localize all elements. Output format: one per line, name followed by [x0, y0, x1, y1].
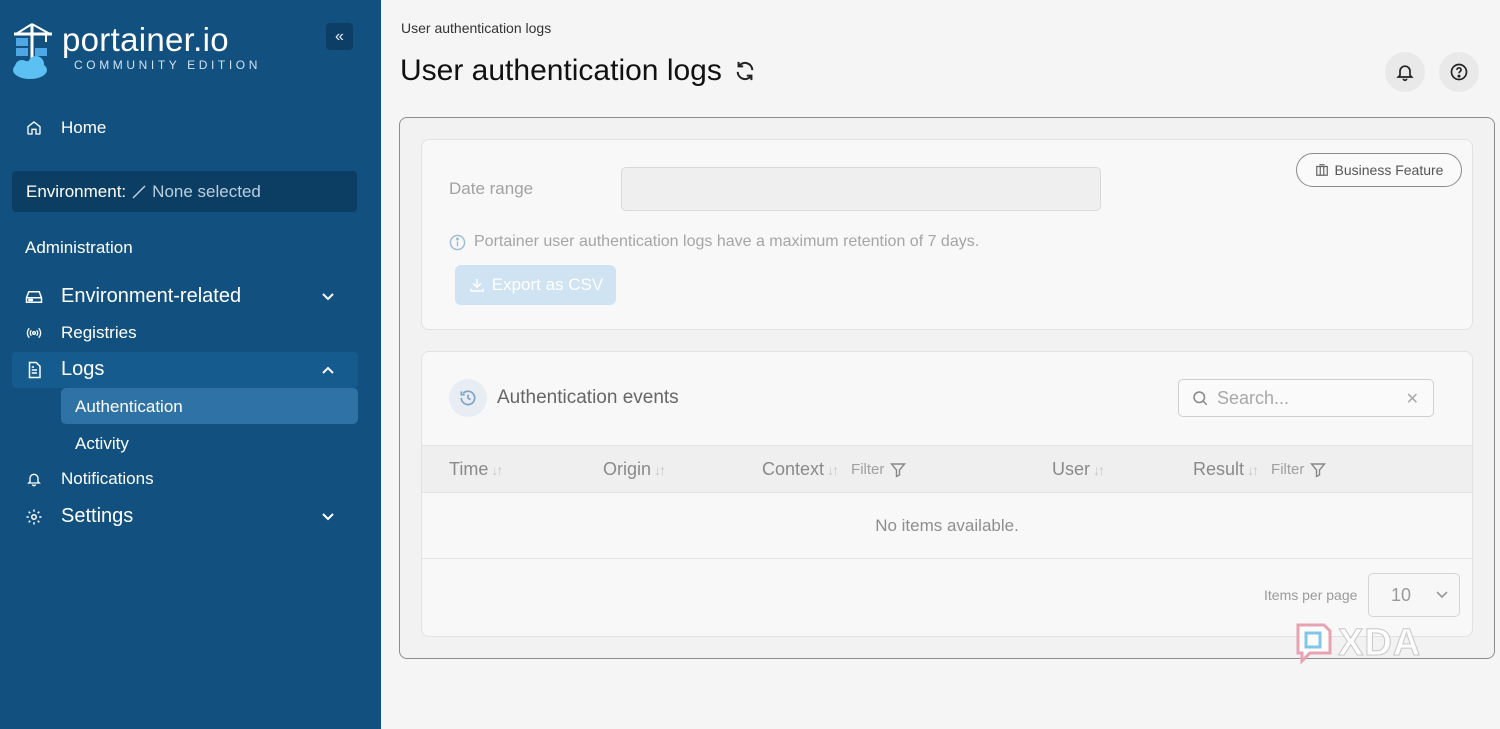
home-icon: [25, 119, 43, 137]
sort-icon: ↓↑: [827, 461, 839, 478]
download-icon: [470, 279, 484, 292]
filter-label: Filter: [1271, 461, 1305, 478]
column-label: User: [1052, 459, 1091, 479]
environment-selector[interactable]: Environment: None selected: [12, 171, 357, 212]
export-csv-label: Export as CSV: [491, 275, 604, 294]
chevron-up-icon: [322, 366, 334, 374]
search-box: ✕: [1178, 379, 1434, 417]
bell-icon: [1396, 65, 1414, 82]
events-card: Authentication events ✕ Time↓↑ Origin↓↑ …: [421, 351, 1473, 637]
portainer-logo[interactable]: portainer.io COMMUNITY EDITION: [10, 20, 261, 82]
result-filter-button[interactable]: Filter: [1271, 461, 1327, 478]
column-label: Context: [762, 459, 825, 479]
xda-watermark: XDA: [1294, 621, 1421, 665]
sort-icon: ↓↑: [1093, 461, 1105, 478]
breadcrumb: User authentication logs: [401, 20, 552, 36]
watermark-text: XDA: [1337, 621, 1422, 664]
filter-label: Filter: [851, 461, 885, 478]
sidebar-item-label: Registries: [61, 323, 137, 342]
column-origin[interactable]: Origin ↓↑: [603, 459, 666, 480]
history-icon: [449, 379, 487, 417]
environment-value: None selected: [152, 181, 261, 201]
sidebar-item-settings[interactable]: Settings: [25, 505, 355, 528]
table-header: Time ↓↑ Origin ↓↑ Context ↓↑ Filter User ↓↑ …: [422, 445, 1472, 493]
bell-icon: [25, 470, 43, 488]
clear-search-icon[interactable]: ✕: [1406, 389, 1419, 409]
sidebar-item-home[interactable]: Home: [25, 118, 106, 138]
gear-icon: [25, 508, 43, 526]
column-result[interactable]: Result ↓↑ Filter: [1193, 459, 1327, 480]
sidebar-item-label: Home: [61, 118, 107, 137]
file-text-icon: [25, 361, 43, 379]
portainer-logo-icon: [13, 23, 52, 79]
collapse-sidebar-button[interactable]: «: [326, 23, 353, 50]
column-user[interactable]: User ↓↑: [1052, 459, 1105, 480]
filter-icon: [890, 462, 907, 478]
empty-table-message: No items available.: [422, 493, 1472, 559]
sort-icon: ↓↑: [654, 461, 666, 478]
sidebar-item-label: Notifications: [61, 469, 154, 488]
items-per-page-select[interactable]: 10: [1368, 573, 1460, 617]
sidebar-item-activity[interactable]: Activity: [75, 434, 129, 454]
sort-icon: ↓↑: [1247, 461, 1259, 478]
search-input[interactable]: [1217, 387, 1397, 409]
search-icon: [1193, 391, 1208, 406]
date-range-input[interactable]: [621, 167, 1101, 211]
sidebar-item-notifications[interactable]: Notifications: [25, 469, 154, 489]
administration-heading: Administration: [25, 238, 133, 257]
sidebar-item-registries[interactable]: Registries: [25, 323, 137, 343]
business-feature-panel: Business Feature Date range Portainer us…: [399, 117, 1495, 659]
logo-edition: COMMUNITY EDITION: [74, 58, 261, 72]
logo-name: portainer.io: [62, 21, 229, 58]
server-icon: [25, 288, 43, 306]
column-label: Result: [1193, 459, 1245, 479]
page-title: User authentication logs: [400, 54, 756, 88]
date-range-label: Date range: [449, 179, 534, 198]
double-chevron-left-icon: «: [335, 27, 344, 45]
filter-icon: [1310, 462, 1327, 478]
notifications-button[interactable]: [1385, 52, 1425, 92]
sidebar-item-label: Environment-related: [61, 285, 242, 307]
sidebar: portainer.io COMMUNITY EDITION « Home En…: [0, 0, 381, 729]
column-time[interactable]: Time ↓↑: [449, 459, 503, 480]
export-csv-button[interactable]: Export as CSV: [455, 265, 616, 305]
filters-card: Business Feature Date range Portainer us…: [421, 139, 1473, 330]
column-context[interactable]: Context ↓↑ Filter: [762, 459, 907, 480]
help-circle-icon: [1450, 63, 1468, 81]
chevron-down-icon: [1436, 591, 1448, 599]
help-button[interactable]: [1439, 52, 1479, 92]
retention-info: Portainer user authentication logs have …: [449, 233, 979, 251]
sidebar-item-label: Settings: [61, 505, 134, 527]
sort-icon: ↓↑: [491, 461, 503, 478]
building-icon: [1315, 164, 1328, 176]
chevron-down-icon: [322, 293, 334, 301]
retention-info-text: Portainer user authentication logs have …: [474, 233, 980, 250]
environment-label: Environment:: [26, 181, 127, 201]
items-per-page-label: Items per page: [1264, 587, 1358, 603]
column-label: Time: [449, 459, 489, 479]
broadcast-icon: [25, 324, 43, 342]
page-title-text: User authentication logs: [400, 54, 722, 87]
sidebar-item-label: Logs: [61, 358, 105, 380]
sidebar-item-logs[interactable]: Logs: [25, 358, 355, 381]
refresh-icon[interactable]: [734, 60, 756, 82]
business-feature-badge[interactable]: Business Feature: [1296, 153, 1462, 187]
sidebar-item-authentication[interactable]: Authentication: [75, 397, 183, 417]
events-title: Authentication events: [497, 387, 679, 408]
business-feature-label: Business Feature: [1334, 162, 1444, 178]
column-label: Origin: [603, 459, 652, 479]
context-filter-button[interactable]: Filter: [851, 461, 907, 478]
info-icon: [449, 234, 466, 250]
chevron-down-icon: [322, 513, 334, 521]
sidebar-item-environment-related[interactable]: Environment-related: [25, 285, 355, 308]
items-per-page-value: 10: [1391, 584, 1412, 605]
slash-icon: [132, 184, 146, 199]
xda-logo-icon: [1296, 623, 1332, 665]
